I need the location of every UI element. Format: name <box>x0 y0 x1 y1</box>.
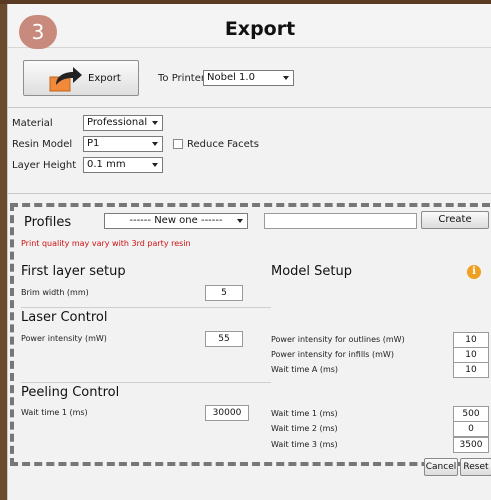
profile-select[interactable]: ------ New one ------ <box>104 213 248 229</box>
profiles-title: Profiles <box>24 215 72 230</box>
model-setup-title: Model Setup <box>271 264 353 279</box>
export-button-label: Export <box>88 73 121 84</box>
material-select-value: Professional <box>87 117 148 128</box>
left-wait-time-1-input[interactable]: 30000 <box>205 405 249 421</box>
panel-header: 3 Export <box>8 4 491 49</box>
section-divider <box>8 107 491 108</box>
power-intensity-input[interactable]: 55 <box>205 331 243 347</box>
section-rule <box>21 382 271 383</box>
export-arrow-icon <box>49 67 82 92</box>
printer-select[interactable]: Nobel 1.0 <box>203 70 294 86</box>
chevron-down-icon <box>152 142 158 146</box>
resin-model-select[interactable]: P1 <box>83 136 163 152</box>
export-button[interactable]: Export <box>23 60 139 96</box>
export-panel: 3 Export Export To Printer Nobel 1.0 Mat… <box>7 4 491 500</box>
layer-height-label: Layer Height <box>12 160 77 171</box>
left-wait-time-1-label: Wait time 1 (ms) <box>21 408 88 417</box>
section-rule <box>21 307 271 308</box>
chevron-down-icon <box>152 163 158 167</box>
wait-time-3-input[interactable]: 3500 <box>453 437 489 453</box>
layer-height-select[interactable]: 0.1 mm <box>83 157 163 173</box>
laser-control-title: Laser Control <box>21 310 108 325</box>
wait-time-a-input[interactable]: 10 <box>453 362 489 378</box>
wait-time-1-label: Wait time 1 (ms) <box>271 409 338 418</box>
chevron-down-icon <box>283 76 289 80</box>
material-label: Material <box>12 118 53 129</box>
wait-time-2-input[interactable]: 0 <box>453 421 489 437</box>
section-divider <box>8 193 491 194</box>
page-title: Export <box>224 18 296 40</box>
profile-name-input[interactable] <box>264 213 417 229</box>
create-profile-button[interactable]: Create <box>421 211 489 229</box>
brim-width-label: Brim width (mm) <box>21 288 89 297</box>
outline-power-label: Power intensity for outlines (mW) <box>271 335 405 344</box>
material-select[interactable]: Professional <box>83 115 163 131</box>
chevron-down-icon <box>152 121 158 125</box>
infill-power-label: Power intensity for infills (mW) <box>271 350 394 359</box>
reset-button[interactable]: Reset <box>460 458 491 476</box>
first-layer-title: First layer setup <box>21 264 126 279</box>
reduce-facets-checkbox[interactable] <box>173 139 183 149</box>
resin-model-select-value: P1 <box>87 138 100 149</box>
resin-warning-text: Print quality may vary with 3rd party re… <box>21 239 191 248</box>
brim-width-input[interactable]: 5 <box>205 285 243 301</box>
infill-power-input[interactable]: 10 <box>453 347 489 363</box>
resin-model-label: Resin Model <box>12 139 73 150</box>
wait-time-2-label: Wait time 2 (ms) <box>271 424 338 433</box>
printer-select-value: Nobel 1.0 <box>207 72 255 83</box>
chevron-down-icon <box>237 219 243 223</box>
peeling-control-title: Peeling Control <box>21 385 120 400</box>
cancel-button[interactable]: Cancel <box>424 458 458 476</box>
reduce-facets-label: Reduce Facets <box>187 139 259 150</box>
wait-time-1-input[interactable]: 500 <box>453 406 489 422</box>
info-icon[interactable]: i <box>467 265 481 279</box>
to-printer-label: To Printer <box>158 73 205 84</box>
outline-power-input[interactable]: 10 <box>453 332 489 348</box>
layer-height-select-value: 0.1 mm <box>87 159 126 170</box>
wait-time-3-label: Wait time 3 (ms) <box>271 440 338 449</box>
wait-time-a-label: Wait time A (ms) <box>271 365 339 374</box>
power-intensity-label: Power intensity (mW) <box>21 334 107 343</box>
profile-select-value: ------ New one ------ <box>129 215 223 226</box>
